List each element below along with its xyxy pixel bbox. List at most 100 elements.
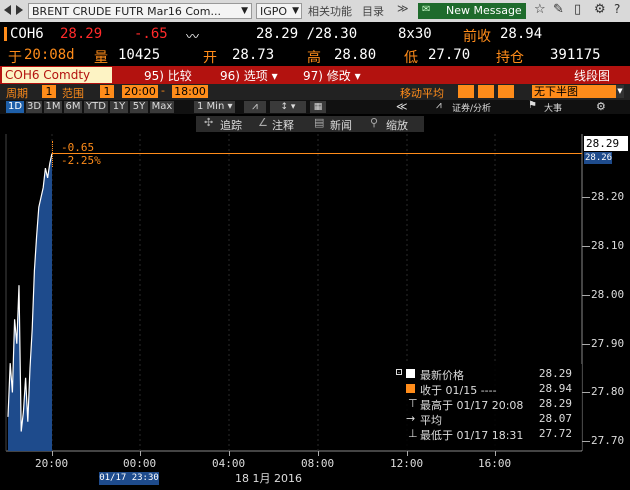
x-tick <box>52 451 53 456</box>
options-button[interactable]: 96) 选项 ▾ <box>220 67 278 84</box>
quote-marker <box>4 27 7 41</box>
annotate-icon: ∠ <box>258 116 268 129</box>
tick-trend-icon: 〰 <box>186 30 200 45</box>
x-tick-label: 20:00 <box>35 457 69 470</box>
quote-row-1: COH6 28.29 -.65 〰 28.29 /28.30 8x30 前收 2… <box>0 24 630 45</box>
zoom-button-3d[interactable]: 3D <box>26 101 42 113</box>
x-date-label: 18 1月 2016 <box>235 472 302 485</box>
zoom-button[interactable]: 缩放 <box>386 117 408 133</box>
chart-settings-icon[interactable]: ↕ ▾ <box>270 101 306 113</box>
zoom-button-6m[interactable]: 6M <box>64 101 82 113</box>
period-field[interactable]: 1 <box>42 85 56 98</box>
x-tick <box>318 451 319 456</box>
chevron-down-icon: ▼ <box>241 6 248 16</box>
crosshair-icon: ✣ <box>204 116 214 129</box>
last-price: 28.29 <box>60 26 103 42</box>
bid-ask-size: 8x30 <box>398 26 432 42</box>
range-field[interactable]: 1 <box>100 85 114 98</box>
legend-expand-icon[interactable]: - <box>396 369 402 376</box>
legend-high-label: 最高于 01/17 20:08 <box>420 399 524 412</box>
chevron-down-icon: ▼ <box>616 85 624 98</box>
quote-row-2: 于 20:08d 量 10425 开 28.73 高 28.80 低 27.70… <box>0 45 630 66</box>
collapse-icon[interactable]: ≫ <box>397 2 409 15</box>
y-tick-label: 28.10 <box>591 239 625 253</box>
legend-avg-label: 平均 <box>420 414 442 427</box>
period-label: 周期 <box>6 87 28 100</box>
x-date-tag: 01/17 23:30 <box>99 472 159 485</box>
zoom-button-1m[interactable]: 1M <box>44 101 62 113</box>
related-functions-button[interactable]: 相关功能 <box>308 3 352 19</box>
y-tick-label: 27.90 <box>591 336 625 350</box>
mail-icon: ✉ <box>422 4 431 15</box>
star-icon[interactable]: ☆ <box>534 2 546 17</box>
volume-label: 量 <box>94 50 108 66</box>
zoom-button-max[interactable]: Max <box>150 101 174 113</box>
compare-button[interactable]: 95) 比较 <box>144 67 192 84</box>
legend-low-label: 最低于 01/17 18:31 <box>420 429 524 442</box>
legend-low: ⊥ 最低于 01/17 18:31 27.72 <box>396 427 576 442</box>
collapse-left-icon[interactable]: ≪ <box>396 100 408 113</box>
flag-icon[interactable]: ⚑ <box>528 100 537 111</box>
x-tick <box>407 451 408 456</box>
modify-button[interactable]: 97) 修改 ▾ <box>303 67 361 84</box>
x-tick-label: 16:00 <box>478 457 512 470</box>
track-button[interactable]: 追踪 <box>220 117 242 133</box>
zoom-button-ytd[interactable]: YTD <box>84 101 108 113</box>
function-dropdown[interactable]: IGPO ▼ <box>256 3 302 19</box>
security-dropdown[interactable]: BRENT CRUDE FUTR Mar16 Com... ▼ <box>28 3 252 19</box>
security-dropdown-label: BRENT CRUDE FUTR Mar16 Com... <box>32 5 221 18</box>
zoom-button-1y[interactable]: 1Y <box>110 101 128 113</box>
gear-icon[interactable]: ⚙ <box>596 100 606 113</box>
annotate-button[interactable]: 注释 <box>272 117 294 133</box>
table-icon[interactable]: ▦ <box>310 101 326 113</box>
help-icon[interactable]: ? <box>614 2 620 16</box>
legend-close-swatch <box>406 384 415 393</box>
legend-low-value: 27.72 <box>538 427 572 440</box>
forward-icon[interactable] <box>16 5 23 15</box>
line-chart-icon[interactable]: ⩘ <box>244 101 266 113</box>
news-analysis-label[interactable]: 证券/分析 <box>452 101 491 114</box>
settings-icon[interactable]: ⚙ <box>594 2 606 17</box>
zoom-button-5y[interactable]: 5Y <box>130 101 148 113</box>
params-row: 周期 1 范围 1 20:00 - 18:00 移动平均 无下半图 ▼ <box>0 84 630 100</box>
legend-avg-icon: → <box>406 412 416 425</box>
legend-avg: → 平均 28.07 <box>396 412 576 427</box>
x-tick <box>229 451 230 456</box>
legend-close-value: 28.94 <box>538 382 572 395</box>
interval-dropdown[interactable]: 1 Min ▾ <box>194 101 236 113</box>
news-button[interactable]: 新闻 <box>330 117 352 133</box>
page-icon[interactable]: ▯ <box>574 2 581 17</box>
legend-last-value: 28.29 <box>538 367 572 380</box>
events-label[interactable]: 大事 <box>544 101 562 114</box>
chevron-down-icon: ▼ <box>292 6 299 16</box>
message-bar[interactable]: ✉ New Message <box>418 3 526 19</box>
news-analysis-icon[interactable]: ⩘ <box>436 100 442 111</box>
lower-chart-dropdown[interactable]: 无下半图 ▼ <box>532 85 624 98</box>
change-value: -0.65 <box>61 141 95 154</box>
last-price-tag: 28.29 <box>584 136 628 151</box>
security-field[interactable]: COH6 Comdty <box>2 67 112 83</box>
back-icon[interactable] <box>4 5 11 15</box>
time-to-field[interactable]: 18:00 <box>172 85 208 98</box>
time-from-field[interactable]: 20:00 <box>122 85 158 98</box>
x-tick-label: 08:00 <box>301 457 335 470</box>
zoom-button-1d[interactable]: 1D <box>6 101 24 113</box>
new-message-label: New Message <box>446 4 522 17</box>
x-tick-label: 00:00 <box>123 457 157 470</box>
low-label: 低 <box>404 50 418 66</box>
legend-high-icon: ⊤ <box>408 397 418 410</box>
chart-type-label[interactable]: 线段图 <box>574 67 610 84</box>
ma-field-2[interactable] <box>478 85 494 98</box>
edit-icon[interactable]: ✎ <box>553 2 564 17</box>
ma-field-1[interactable] <box>458 85 474 98</box>
open-interest: 391175 <box>550 47 601 63</box>
dash: - <box>161 84 165 97</box>
y-tick <box>582 197 590 199</box>
chart-tools-bar: ✣ 追踪 ∠ 注释 ▤ 新闻 ⚲ 缩放 <box>196 116 424 132</box>
y-tick <box>582 392 590 394</box>
x-tick-label: 12:00 <box>390 457 424 470</box>
catalog-button[interactable]: 目录 <box>362 3 384 19</box>
ma-field-3[interactable] <box>498 85 514 98</box>
legend-avg-value: 28.07 <box>538 412 572 425</box>
low: 27.70 <box>428 47 471 63</box>
